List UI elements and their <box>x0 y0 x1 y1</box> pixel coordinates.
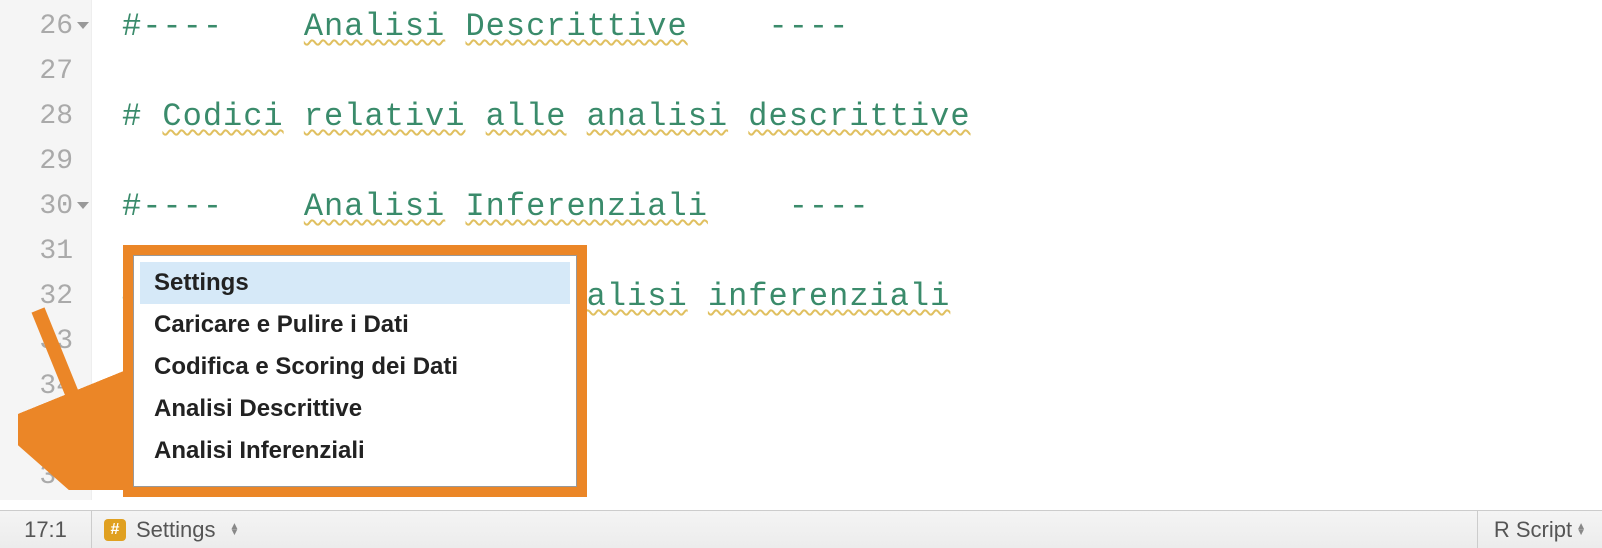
fold-marker-icon[interactable] <box>77 22 89 29</box>
annotation-highlight-frame: SettingsCaricare e Pulire i DatiCodifica… <box>123 245 587 497</box>
line-number: 30 <box>0 184 91 229</box>
file-type-label: R Script <box>1494 517 1572 543</box>
outline-item[interactable]: Analisi Descrittive <box>140 388 570 430</box>
code-text: # <box>122 98 162 135</box>
code-text <box>566 98 586 135</box>
code-text: Inferenziali <box>465 188 707 225</box>
section-navigator[interactable]: # Settings ▲▼ <box>92 517 251 543</box>
line-number: 35 <box>0 409 91 454</box>
fold-marker-icon[interactable] <box>77 202 89 209</box>
line-number: 34 <box>0 364 91 409</box>
code-text: inferenziali <box>708 278 950 315</box>
code-text <box>445 188 465 225</box>
cursor-position: 17:1 <box>0 511 92 548</box>
code-text <box>445 8 465 45</box>
code-text: descrittive <box>748 98 970 135</box>
line-number: 26 <box>0 4 91 49</box>
line-number: 32 <box>0 274 91 319</box>
outline-item[interactable]: Codifica e Scoring dei Dati <box>140 346 570 388</box>
code-text: Codici <box>162 98 283 135</box>
section-name: Settings <box>136 517 216 543</box>
updown-icon: ▲▼ <box>1576 524 1586 536</box>
code-text: #---- <box>122 188 304 225</box>
line-number: 31 <box>0 229 91 274</box>
line-number: 28 <box>0 94 91 139</box>
code-text: ---- <box>708 188 870 225</box>
code-text: relativi <box>304 98 466 135</box>
outline-item[interactable]: Caricare e Pulire i Dati <box>140 304 570 346</box>
code-text: alle <box>486 98 567 135</box>
outline-item[interactable]: Analisi Inferenziali <box>140 430 570 472</box>
line-number: 29 <box>0 139 91 184</box>
outline-item[interactable]: Settings <box>140 262 570 304</box>
line-number: 27 <box>0 49 91 94</box>
line-number: 36 <box>0 454 91 499</box>
code-line[interactable] <box>122 49 1602 94</box>
code-line[interactable]: # Codici relativi alle analisi descritti… <box>122 94 1602 139</box>
updown-icon: ▲▼ <box>230 524 240 536</box>
code-text <box>688 278 708 315</box>
code-text: Descrittive <box>465 8 687 45</box>
line-number-gutter: 2627282930313233343536 <box>0 0 92 500</box>
code-line[interactable]: #---- Analisi Inferenziali ---- <box>122 184 1602 229</box>
code-text <box>728 98 748 135</box>
code-text: analisi <box>587 98 728 135</box>
code-text: #---- <box>122 8 304 45</box>
section-hash-icon: # <box>104 519 126 541</box>
code-text <box>465 98 485 135</box>
file-type-selector[interactable]: R Script ▲▼ <box>1477 511 1602 548</box>
code-text <box>284 98 304 135</box>
outline-popup[interactable]: SettingsCaricare e Pulire i DatiCodifica… <box>133 255 577 487</box>
line-number: 33 <box>0 319 91 364</box>
code-text: Analisi <box>304 188 445 225</box>
code-text: Analisi <box>304 8 445 45</box>
status-bar: 17:1 # Settings ▲▼ R Script ▲▼ <box>0 510 1602 548</box>
code-line[interactable]: #---- Analisi Descrittive ---- <box>122 4 1602 49</box>
code-line[interactable] <box>122 139 1602 184</box>
code-text: ---- <box>688 8 850 45</box>
